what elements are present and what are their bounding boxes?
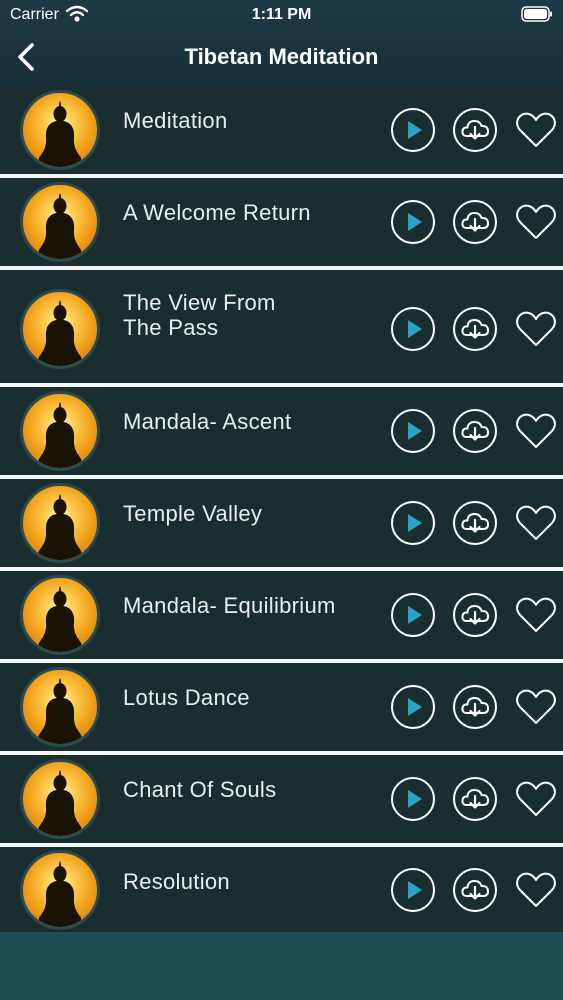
download-button[interactable] [452,199,498,245]
track-artwork [20,575,100,655]
cloud-download-icon [452,684,498,730]
heart-icon [513,199,559,245]
cloud-download-icon [452,776,498,822]
download-button[interactable] [452,408,498,454]
play-button[interactable] [390,867,436,913]
play-button[interactable] [390,306,436,352]
play-icon [390,199,436,245]
heart-icon [513,500,559,546]
track-row[interactable]: Mandala- Ascent [0,387,563,479]
heart-icon [513,107,559,153]
download-button[interactable] [452,592,498,638]
download-button[interactable] [452,776,498,822]
heart-icon [513,408,559,454]
track-artwork [20,483,100,563]
track-artwork [20,182,100,262]
track-artwork [20,759,100,839]
play-button[interactable] [390,199,436,245]
track-title: Chant Of Souls [123,777,277,802]
favorite-button[interactable] [513,408,559,454]
play-icon [390,592,436,638]
heart-icon [513,306,559,352]
heart-icon [513,592,559,638]
track-row[interactable]: Meditation [0,86,563,178]
play-button[interactable] [390,107,436,153]
track-row[interactable]: The View From The Pass [0,270,563,387]
download-button[interactable] [452,684,498,730]
heart-icon [513,684,559,730]
track-artwork [20,289,100,369]
track-row[interactable]: Lotus Dance [0,663,563,755]
track-title: Mandala- Ascent [123,409,292,434]
play-icon [390,776,436,822]
play-button[interactable] [390,408,436,454]
track-list: Meditation A Welcome Return The View Fro… [0,86,563,933]
track-title: Meditation [123,108,228,133]
play-icon [390,684,436,730]
cloud-download-icon [452,592,498,638]
favorite-button[interactable] [513,306,559,352]
track-title: Temple Valley [123,501,263,526]
heart-icon [513,776,559,822]
track-artwork [20,667,100,747]
play-icon [390,306,436,352]
play-icon [390,500,436,546]
download-button[interactable] [452,867,498,913]
favorite-button[interactable] [513,867,559,913]
favorite-button[interactable] [513,592,559,638]
favorite-button[interactable] [513,776,559,822]
battery-icon [521,6,552,22]
download-button[interactable] [452,500,498,546]
play-icon [390,867,436,913]
cloud-download-icon [452,408,498,454]
favorite-button[interactable] [513,107,559,153]
status-bar: Carrier 1:11 PM [0,0,563,30]
footer-area [0,932,563,1000]
cloud-download-icon [452,107,498,153]
track-artwork [20,391,100,471]
play-button[interactable] [390,776,436,822]
cloud-download-icon [452,867,498,913]
page-title: Tibetan Meditation [184,44,379,69]
play-button[interactable] [390,500,436,546]
track-row[interactable]: Temple Valley [0,479,563,571]
cloud-download-icon [452,199,498,245]
favorite-button[interactable] [513,684,559,730]
track-row[interactable]: Resolution [0,847,563,933]
track-row[interactable]: Chant Of Souls [0,755,563,847]
favorite-button[interactable] [513,500,559,546]
track-row[interactable]: Mandala- Equilibrium [0,571,563,663]
track-title: Resolution [123,869,230,894]
track-artwork [20,90,100,170]
play-icon [390,408,436,454]
cloud-download-icon [452,500,498,546]
download-button[interactable] [452,306,498,352]
play-button[interactable] [390,684,436,730]
track-title: A Welcome Return [123,200,311,225]
play-icon [390,107,436,153]
track-title: Lotus Dance [123,685,250,710]
navigation-header: Carrier 1:11 PM Tibetan Meditation [0,0,563,86]
track-artwork [20,850,100,930]
cloud-download-icon [452,306,498,352]
track-title: Mandala- Equilibrium [123,593,336,618]
download-button[interactable] [452,107,498,153]
heart-icon [513,867,559,913]
play-button[interactable] [390,592,436,638]
favorite-button[interactable] [513,199,559,245]
clock-time: 1:11 PM [251,6,312,23]
track-title: The View From The Pass [123,290,276,340]
track-row[interactable]: A Welcome Return [0,178,563,270]
